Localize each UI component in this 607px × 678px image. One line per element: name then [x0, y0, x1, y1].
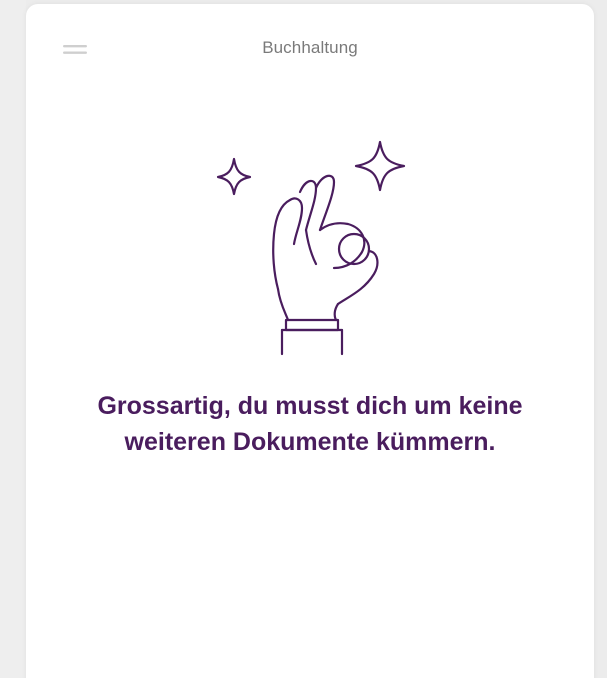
page-title: Buchhaltung [262, 38, 358, 57]
empty-state-message-line-1: Grossartig, du musst dich um keine [97, 392, 523, 420]
app-viewport: Buchhaltung Grossartig, du musst dich um… [0, 0, 607, 678]
background-panel [0, 0, 26, 678]
main-card: Buchhaltung Grossartig, du musst dich um… [26, 4, 594, 678]
empty-state-message: Grossartig, du musst dich um keine weite… [66, 388, 554, 460]
empty-state-message-line-2: weiteren Dokumente kümmern. [124, 428, 496, 456]
ok-hand-sparkles-icon [212, 134, 412, 364]
